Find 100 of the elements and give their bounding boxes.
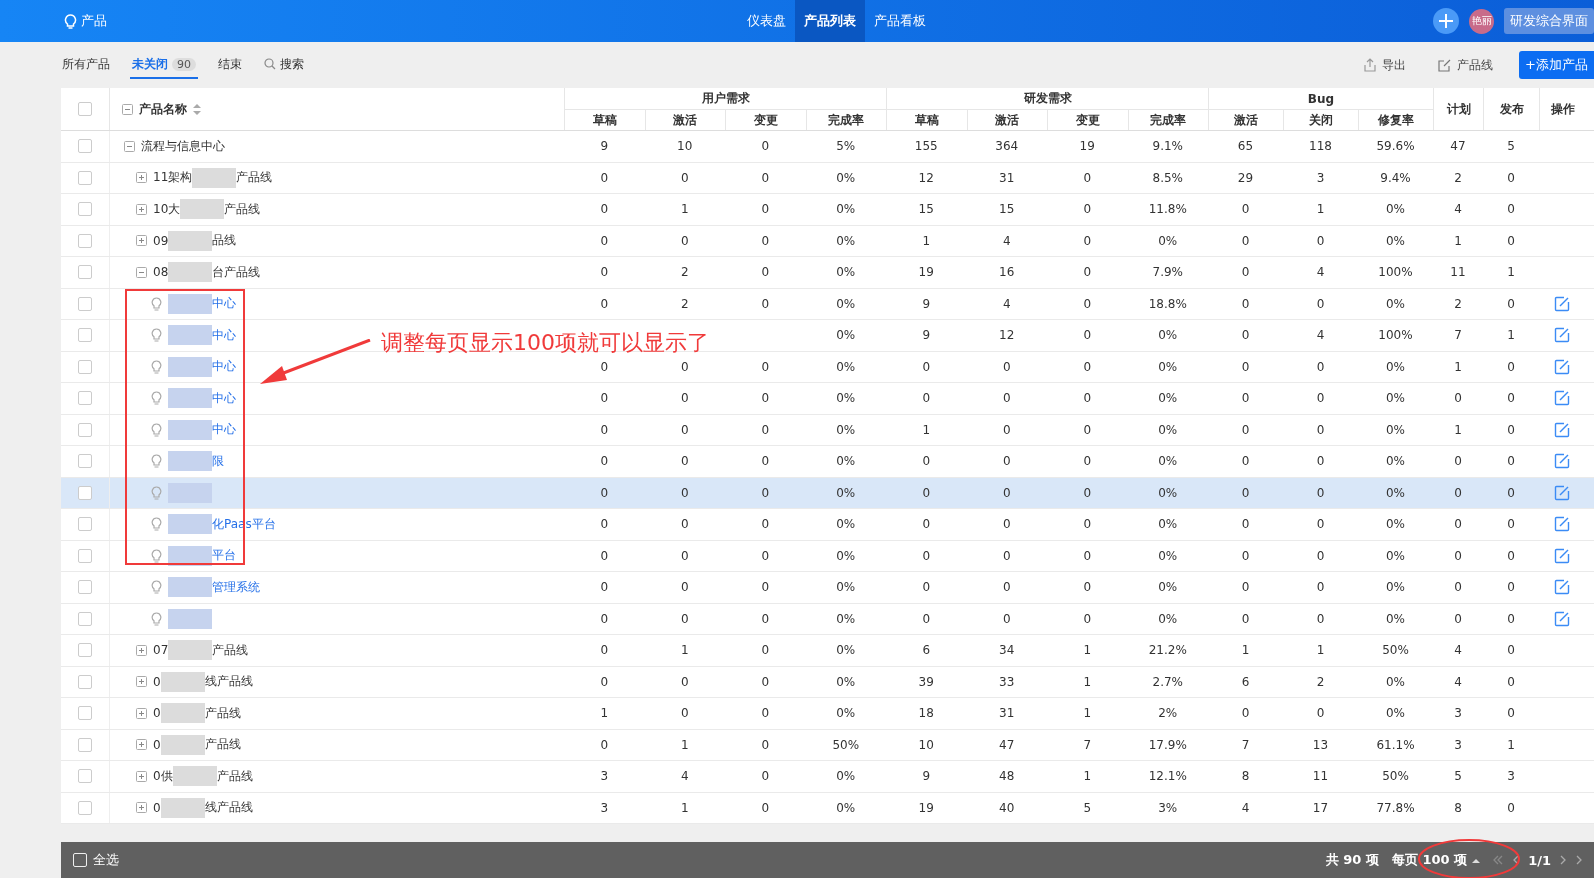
checkbox[interactable] (78, 296, 92, 311)
first-page-icon[interactable] (1493, 855, 1504, 865)
edit-icon[interactable] (1554, 295, 1570, 312)
select-all-label[interactable]: 全选 (93, 851, 119, 869)
expand-icon[interactable] (136, 203, 147, 215)
last-page-icon[interactable] (1576, 855, 1582, 865)
workspace-button[interactable]: 研发综合界面 (1504, 8, 1594, 34)
edit-icon[interactable] (1554, 547, 1570, 564)
expand-icon[interactable] (136, 644, 147, 656)
checkbox[interactable] (78, 359, 92, 374)
expand-icon[interactable] (136, 676, 147, 688)
checkbox[interactable] (78, 139, 92, 154)
table-cell: 15 (918, 202, 934, 217)
edit-icon[interactable] (1554, 390, 1570, 407)
table-cell: 0 (1083, 328, 1092, 343)
table-cell: 0 (1507, 359, 1515, 374)
edit-icon[interactable] (1554, 610, 1570, 627)
next-page-icon[interactable] (1560, 855, 1567, 865)
table-cell: 4 (1316, 265, 1325, 280)
sort-icon[interactable] (193, 103, 201, 115)
previous-page-icon[interactable] (1512, 855, 1520, 865)
checkbox[interactable] (78, 233, 92, 248)
checkbox[interactable] (78, 643, 92, 658)
nav-tab[interactable]: 产品看板 (865, 0, 935, 42)
filter-tab[interactable]: 所有产品 (60, 51, 112, 79)
table-cell: 18 (918, 706, 934, 721)
checkbox[interactable] (78, 737, 92, 752)
edit-icon[interactable] (1554, 421, 1570, 438)
table-cell: 0 (1454, 485, 1462, 500)
expand-icon[interactable] (136, 802, 147, 814)
product-link[interactable]: 中心 (212, 421, 236, 439)
table-cell: 0 (1454, 611, 1462, 626)
table-cell: 0 (1241, 485, 1250, 500)
filter-tab[interactable]: 结束 (216, 51, 244, 79)
checkbox[interactable] (78, 391, 92, 406)
nav-tab[interactable]: 产品列表 (795, 0, 865, 42)
toolbar-action[interactable]: 导出 (1357, 55, 1413, 75)
checkbox[interactable] (78, 485, 92, 500)
expand-icon[interactable] (136, 739, 147, 751)
table-cell: 0% (836, 422, 856, 437)
checkbox[interactable] (78, 517, 92, 532)
expand-icon[interactable] (136, 235, 147, 247)
checkbox[interactable] (78, 674, 92, 689)
table-cell: 0 (1241, 202, 1250, 217)
table-cell: 0 (761, 139, 770, 154)
edit-icon[interactable] (1554, 358, 1570, 375)
checkbox[interactable] (78, 202, 92, 217)
product-link[interactable]: 管理系统 (212, 578, 260, 596)
checkbox[interactable] (78, 454, 92, 469)
collapse-icon[interactable] (124, 140, 135, 152)
table-cell: 0 (761, 391, 770, 406)
edit-icon[interactable] (1554, 516, 1570, 533)
add-button[interactable] (1433, 8, 1459, 34)
product-link[interactable]: 限 (212, 452, 224, 470)
edit-icon[interactable] (1554, 484, 1570, 501)
table-cell: 0 (1241, 265, 1250, 280)
table-cell: 1 (1507, 328, 1515, 343)
expand-icon[interactable] (136, 770, 147, 782)
checkbox[interactable] (78, 328, 92, 343)
user-avatar[interactable]: 艳丽 (1469, 8, 1494, 34)
checkbox[interactable] (78, 422, 92, 437)
table-cell: 0 (922, 517, 931, 532)
table-cell: 0 (1241, 296, 1250, 311)
edit-icon[interactable] (1554, 579, 1570, 596)
collapse-icon[interactable] (136, 266, 147, 278)
page-size-dropdown[interactable]: 每页 100 项 (1387, 851, 1485, 869)
add-product-button[interactable]: +添加产品 (1519, 51, 1594, 79)
checkbox[interactable] (78, 800, 92, 815)
checkbox[interactable] (78, 769, 92, 784)
search-button[interactable]: 搜索 (262, 51, 306, 79)
checkbox[interactable] (78, 611, 92, 626)
toolbar-action[interactable]: 产品线 (1432, 55, 1500, 75)
product-link[interactable]: 中心 (212, 358, 236, 376)
product-link[interactable]: 中心 (212, 295, 236, 313)
edit-icon[interactable] (1554, 453, 1570, 470)
checkbox[interactable] (78, 706, 92, 721)
table-cell: 0 (1507, 391, 1515, 406)
product-link[interactable]: 中心 (212, 326, 236, 344)
checkbox[interactable] (78, 548, 92, 563)
checkbox[interactable] (78, 580, 92, 595)
annotation-note: 调整每页显示100项就可以显示了 (381, 329, 709, 357)
table-cell: 0% (1385, 706, 1405, 721)
table-cell: 0 (1002, 391, 1011, 406)
checkbox[interactable] (78, 102, 92, 116)
table-cell: 0% (1158, 359, 1178, 374)
filter-tab[interactable]: 未关闭 90 (130, 51, 198, 79)
nav-tab[interactable]: 仪表盘 (738, 0, 795, 42)
table-cell: 100% (1378, 265, 1413, 280)
checkbox[interactable] (78, 265, 92, 280)
table-cell: 0 (1241, 359, 1250, 374)
expand-icon[interactable] (136, 172, 147, 184)
product-link[interactable]: 平台 (212, 547, 236, 565)
table-cell: 0 (680, 706, 689, 721)
checkbox[interactable] (78, 170, 92, 185)
edit-icon[interactable] (1554, 327, 1570, 344)
collapse-icon[interactable] (122, 103, 133, 115)
table-cell: 0 (1316, 706, 1325, 721)
expand-icon[interactable] (136, 707, 147, 719)
product-link[interactable]: 中心 (212, 389, 236, 407)
table-cell: 0% (1385, 233, 1405, 248)
